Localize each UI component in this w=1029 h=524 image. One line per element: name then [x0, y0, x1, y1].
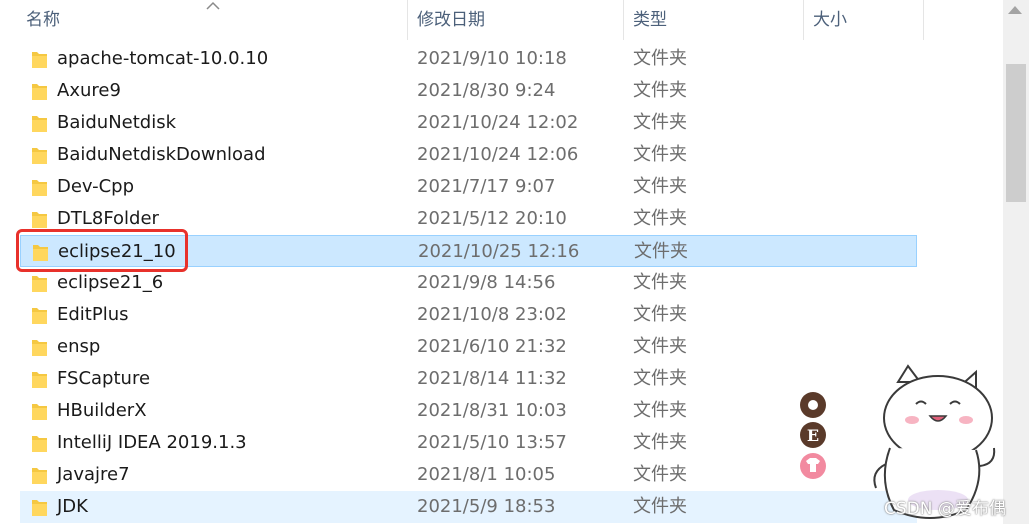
column-header: 名称 修改日期 类型 大小 [0, 0, 1003, 40]
file-name: ensp [57, 336, 101, 357]
file-row[interactable]: IntelliJ IDEA 2019.1.3 2021/5/10 13:57 文件夹 [20, 427, 917, 459]
folder-icon [33, 245, 48, 261]
file-name: DTL8Folder [57, 208, 159, 229]
file-name: Axure9 [57, 80, 121, 101]
file-name: EditPlus [57, 304, 129, 325]
file-name: eclipse21_6 [57, 272, 164, 293]
file-row[interactable]: BaiduNetdiskDownload 2021/10/24 12:06 文件夹 [20, 139, 917, 171]
file-modified-date: 2021/8/31 10:03 [417, 400, 567, 421]
folder-icon [32, 404, 47, 420]
file-row[interactable]: DTL8Folder 2021/5/12 20:10 文件夹 [20, 203, 917, 235]
file-modified-date: 2021/8/14 11:32 [417, 368, 567, 389]
scrollbar-thumb[interactable] [1006, 64, 1026, 202]
file-row[interactable]: Javajre7 2021/8/1 10:05 文件夹 [20, 459, 917, 491]
file-modified-date: 2021/8/30 9:24 [417, 80, 556, 101]
file-type: 文件夹 [633, 336, 687, 357]
column-type-header[interactable]: 类型 [633, 0, 667, 40]
file-type: 文件夹 [633, 144, 687, 165]
file-row[interactable]: ensp 2021/6/10 21:32 文件夹 [20, 331, 917, 363]
folder-icon [32, 52, 47, 68]
file-name: FSCapture [57, 368, 151, 389]
file-row[interactable]: JDK 2021/5/9 18:53 文件夹 [20, 491, 917, 523]
file-name: Javajre7 [57, 464, 130, 485]
file-type: 文件夹 [633, 112, 687, 133]
folder-icon [32, 276, 47, 292]
file-name: JDK [57, 496, 88, 517]
sort-ascending-icon [206, 1, 220, 10]
column-name-header[interactable]: 名称 [26, 0, 60, 40]
file-modified-date: 2021/6/10 21:32 [417, 336, 567, 357]
file-modified-date: 2021/9/10 10:18 [417, 48, 567, 69]
file-modified-date: 2021/10/8 23:02 [417, 304, 567, 325]
file-name: apache-tomcat-10.0.10 [57, 48, 269, 69]
file-name: BaiduNetdiskDownload [57, 144, 266, 165]
file-name: IntelliJ IDEA 2019.1.3 [57, 432, 247, 453]
file-type: 文件夹 [633, 272, 687, 293]
folder-icon [32, 372, 47, 388]
file-name: eclipse21_10 [58, 241, 176, 262]
file-type: 文件夹 [634, 241, 688, 262]
file-modified-date: 2021/9/8 14:56 [417, 272, 556, 293]
file-modified-date: 2021/10/25 12:16 [418, 241, 580, 262]
column-modified-header[interactable]: 修改日期 [417, 0, 485, 40]
column-divider[interactable] [407, 0, 408, 40]
file-row[interactable]: Dev-Cpp 2021/7/17 9:07 文件夹 [20, 171, 917, 203]
file-type: 文件夹 [633, 464, 687, 485]
shirt-badge-icon [800, 453, 826, 479]
file-modified-date: 2021/10/24 12:02 [417, 112, 579, 133]
folder-icon [32, 308, 47, 324]
folder-icon [32, 436, 47, 452]
file-row[interactable]: eclipse21_6 2021/9/8 14:56 文件夹 [20, 267, 917, 299]
vertical-scrollbar[interactable] [1003, 0, 1029, 524]
column-divider[interactable] [803, 0, 804, 40]
file-type: 文件夹 [633, 368, 687, 389]
file-type: 文件夹 [633, 400, 687, 421]
file-row[interactable]: BaiduNetdisk 2021/10/24 12:02 文件夹 [20, 107, 917, 139]
file-type: 文件夹 [633, 304, 687, 325]
column-divider[interactable] [923, 0, 924, 40]
folder-icon [32, 84, 47, 100]
file-name: HBuilderX [57, 400, 147, 421]
file-row[interactable]: eclipse21_10 2021/10/25 12:16 文件夹 [20, 235, 917, 267]
folder-icon [32, 500, 47, 516]
folder-icon [32, 468, 47, 484]
file-row[interactable]: Axure9 2021/8/30 9:24 文件夹 [20, 75, 917, 107]
folder-icon [32, 340, 47, 356]
folder-icon [32, 148, 47, 164]
folder-icon [32, 212, 47, 228]
file-type: 文件夹 [633, 496, 687, 517]
file-name: Dev-Cpp [57, 176, 135, 197]
file-type: 文件夹 [633, 80, 687, 101]
file-name: BaiduNetdisk [57, 112, 177, 133]
file-type: 文件夹 [633, 208, 687, 229]
folder-icon [32, 116, 47, 132]
scroll-up-arrow-icon[interactable] [1008, 6, 1022, 14]
file-row[interactable]: apache-tomcat-10.0.10 2021/9/10 10:18 文件夹 [20, 43, 917, 75]
column-divider[interactable] [623, 0, 624, 40]
letter-badge-icon: E [800, 422, 826, 448]
watermark: CSDN @爱布偶 [884, 499, 1006, 519]
file-row[interactable]: FSCapture 2021/8/14 11:32 文件夹 [20, 363, 917, 395]
file-modified-date: 2021/8/1 10:05 [417, 464, 556, 485]
file-modified-date: 2021/7/17 9:07 [417, 176, 556, 197]
folder-icon [32, 180, 47, 196]
file-modified-date: 2021/10/24 12:06 [417, 144, 579, 165]
cookie-badge-icon [800, 392, 826, 418]
svg-text:E: E [807, 426, 819, 445]
file-modified-date: 2021/5/10 13:57 [417, 432, 567, 453]
file-row[interactable]: EditPlus 2021/10/8 23:02 文件夹 [20, 299, 917, 331]
file-modified-date: 2021/5/9 18:53 [417, 496, 556, 517]
file-type: 文件夹 [633, 48, 687, 69]
file-row[interactable]: HBuilderX 2021/8/31 10:03 文件夹 [20, 395, 917, 427]
file-type: 文件夹 [633, 432, 687, 453]
column-size-header[interactable]: 大小 [813, 0, 847, 40]
file-type: 文件夹 [633, 176, 687, 197]
file-modified-date: 2021/5/12 20:10 [417, 208, 567, 229]
